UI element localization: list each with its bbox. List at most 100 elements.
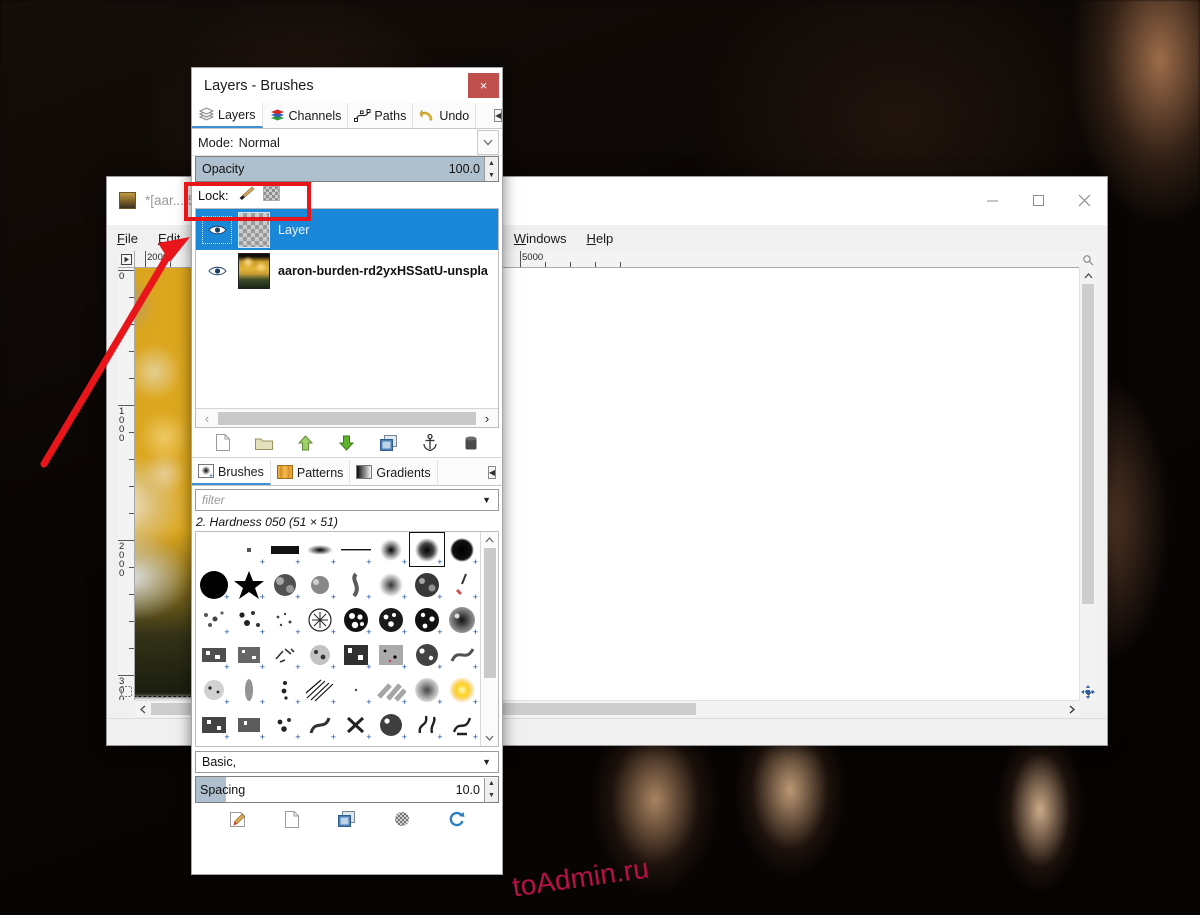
eye-icon[interactable]	[203, 217, 231, 243]
brush-swatch[interactable]: +	[338, 637, 374, 672]
lower-layer-icon[interactable]	[337, 433, 357, 453]
layer-visibility-cell[interactable]	[196, 217, 238, 243]
delete-layer-icon[interactable]	[461, 433, 481, 453]
layers-scroll-thumb[interactable]	[218, 412, 476, 425]
tab-channels[interactable]: Channels	[263, 103, 349, 128]
brush-swatch[interactable]: +	[196, 672, 232, 707]
spacing-spinner[interactable]: ▲ ▼	[484, 778, 498, 802]
layers-scroll-left-icon[interactable]: ‹	[196, 411, 218, 426]
tab-brushes[interactable]: + Brushes	[192, 460, 271, 485]
brush-swatch[interactable]: +	[374, 602, 410, 637]
tab-layers[interactable]: Layers	[192, 103, 263, 128]
layer-name[interactable]: aaron-burden-rd2yxHSSatU-unspla	[278, 264, 488, 278]
brush-swatch[interactable]: +	[409, 567, 445, 602]
new-brush-icon[interactable]	[282, 809, 302, 829]
brush-scroll-up-icon[interactable]	[485, 532, 494, 548]
opacity-spinner[interactable]: ▲ ▼	[484, 157, 498, 181]
duplicate-layer-icon[interactable]	[378, 433, 398, 453]
chevron-down-icon[interactable]: ▼	[482, 495, 498, 505]
brush-swatch[interactable]: +	[267, 602, 303, 637]
brush-swatch[interactable]: +	[409, 602, 445, 637]
mode-dropdown-button[interactable]	[477, 130, 499, 155]
duplicate-brush-icon[interactable]	[337, 809, 357, 829]
brush-scroll-thumb[interactable]	[484, 548, 496, 678]
tab-patterns[interactable]: Patterns	[271, 460, 351, 485]
brush-swatch[interactable]: +	[267, 567, 303, 602]
layers-scroll-right-icon[interactable]: ›	[476, 411, 498, 426]
spacing-slider[interactable]: Spacing 10.0 ▲ ▼	[195, 776, 499, 803]
brush-swatch[interactable]: +	[267, 637, 303, 672]
opacity-value[interactable]: 100.0	[449, 162, 484, 176]
brush-swatch[interactable]: +	[445, 637, 481, 672]
ruler-origin-button[interactable]	[118, 251, 135, 268]
brush-swatch[interactable]: +	[338, 532, 374, 567]
new-layer-icon[interactable]	[213, 433, 233, 453]
brush-swatch[interactable]: +	[232, 637, 268, 672]
scroll-left-arrow[interactable]	[135, 701, 150, 717]
spacing-spin-up[interactable]: ▲	[485, 778, 498, 790]
brush-swatch[interactable]: +	[445, 567, 481, 602]
table-row[interactable]: aaron-burden-rd2yxHSSatU-unspla	[196, 250, 498, 291]
chevron-down-icon[interactable]: ▼	[482, 757, 498, 767]
dock-tab-menu-button[interactable]: ◀	[488, 103, 508, 128]
brush-swatch[interactable]: +	[303, 532, 339, 567]
brush-swatch[interactable]: +	[267, 707, 303, 742]
eye-icon[interactable]	[203, 258, 231, 284]
brush-swatch[interactable]: +	[196, 707, 232, 742]
brush-swatch[interactable]: +	[445, 707, 481, 742]
layer-name[interactable]: Layer	[278, 223, 310, 237]
brush-swatch[interactable]: +	[445, 602, 481, 637]
brush-grid-container[interactable]: + + + + + + + +	[195, 531, 499, 747]
opacity-spin-down[interactable]: ▼	[485, 169, 498, 181]
brush-swatch[interactable]: +	[196, 567, 232, 602]
brush-swatch[interactable]: +	[338, 707, 374, 742]
brush-swatch[interactable]	[196, 532, 232, 567]
maximize-button[interactable]	[1015, 186, 1061, 216]
spacing-value[interactable]: 10.0	[456, 783, 484, 797]
brush-swatch[interactable]: +	[267, 532, 303, 567]
brush-swatch[interactable]: +	[409, 637, 445, 672]
anchor-layer-icon[interactable]	[420, 433, 440, 453]
layers-list[interactable]: Layer aaron-burden-rd2yxHSSatU-unspla ‹ …	[195, 208, 499, 428]
opacity-slider[interactable]: Opacity 100.0 ▲ ▼	[195, 156, 499, 182]
brush-swatch[interactable]: +	[374, 672, 410, 707]
brush-grid[interactable]: + + + + + + + +	[196, 532, 480, 746]
brush-swatch[interactable]: +	[374, 532, 410, 567]
scroll-thumb-vertical[interactable]	[1082, 284, 1094, 604]
refresh-brushes-icon[interactable]	[447, 809, 467, 829]
brush-swatch[interactable]: +	[232, 532, 268, 567]
navigation-preview-icon[interactable]	[1079, 683, 1096, 700]
spacing-spin-down[interactable]: ▼	[485, 790, 498, 802]
brush-swatch[interactable]: +	[196, 637, 232, 672]
delete-brush-icon[interactable]	[392, 809, 412, 829]
brush-swatch[interactable]: +	[303, 672, 339, 707]
raise-layer-icon[interactable]	[296, 433, 316, 453]
brush-tab-menu-button[interactable]: ◀	[482, 460, 502, 485]
minimize-button[interactable]	[969, 186, 1015, 216]
mode-value[interactable]: Normal	[234, 135, 280, 150]
brush-swatch[interactable]: +	[303, 637, 339, 672]
canvas-vertical-scrollbar[interactable]	[1079, 268, 1096, 700]
brush-swatch[interactable]: +	[409, 672, 445, 707]
brush-swatch[interactable]: +	[303, 567, 339, 602]
brush-swatch[interactable]: +	[303, 707, 339, 742]
brush-swatch[interactable]: +	[338, 602, 374, 637]
brush-swatch[interactable]: +	[445, 672, 481, 707]
menu-file[interactable]: File	[117, 231, 138, 246]
brush-swatch[interactable]: +	[196, 602, 232, 637]
scroll-right-arrow[interactable]	[1064, 701, 1079, 717]
brush-swatch[interactable]: +	[303, 602, 339, 637]
brush-swatch[interactable]: +	[232, 602, 268, 637]
menu-windows[interactable]: Windows	[514, 231, 567, 246]
opacity-spin-up[interactable]: ▲	[485, 157, 498, 169]
brush-filter-field[interactable]: filter ▼	[195, 489, 499, 511]
brush-swatch[interactable]: +	[374, 707, 410, 742]
brush-scroll-down-icon[interactable]	[485, 730, 494, 746]
brush-swatch[interactable]: +	[374, 637, 410, 672]
alpha-lock-icon[interactable]	[263, 186, 280, 204]
brush-set-selector[interactable]: Basic, ▼	[195, 751, 499, 773]
brush-swatch[interactable]: +	[409, 707, 445, 742]
tab-gradients[interactable]: Gradients	[350, 460, 437, 485]
quickmask-toggle-icon[interactable]	[118, 683, 135, 700]
new-layer-group-icon[interactable]	[254, 433, 274, 453]
